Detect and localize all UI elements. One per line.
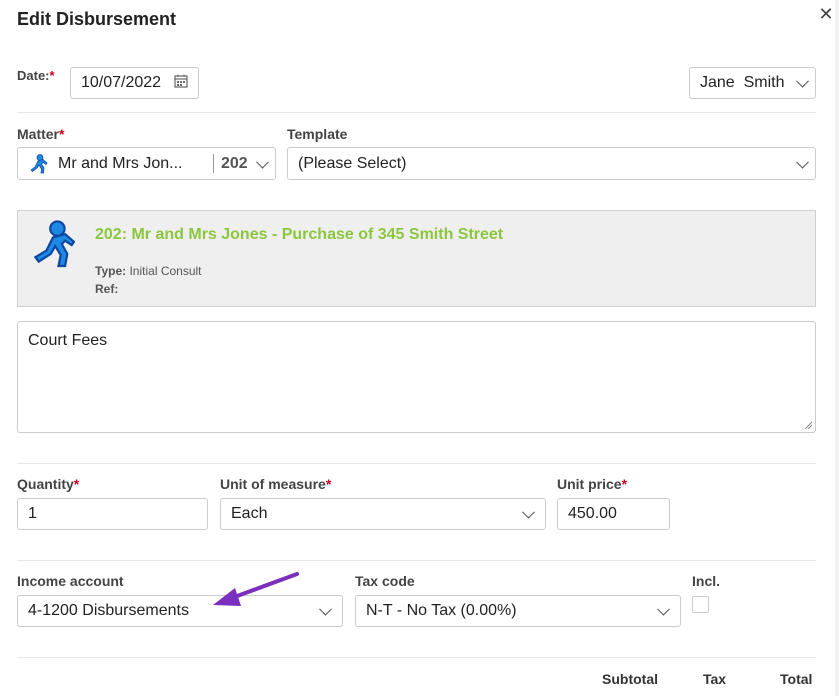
tax-code-value: N-T - No Tax (0.00%) <box>366 602 517 619</box>
tax-code-select[interactable]: N-T - No Tax (0.00%) <box>355 595 681 627</box>
dialog-title: Edit Disbursement <box>17 9 177 29</box>
matter-label-text: Matter <box>17 126 60 142</box>
date-label: Date:* <box>17 68 55 83</box>
unit-of-measure-label-text: Unit of measure <box>220 476 326 492</box>
required-mark: * <box>621 476 628 492</box>
required-mark: * <box>49 68 55 83</box>
matter-select[interactable]: Mr and Mrs Jon... 202 <box>17 147 276 180</box>
unit-price-input[interactable]: 450.00 <box>557 498 670 530</box>
tax-header: Tax <box>703 671 727 687</box>
matter-name: Mr and Mrs Jon... <box>58 154 183 172</box>
matter-label: Matter* <box>17 126 64 142</box>
date-label-text: Date: <box>17 68 50 83</box>
chevron-down-icon <box>522 505 535 519</box>
ref-label: Ref: <box>95 282 119 296</box>
unit-of-measure-label: Unit of measure* <box>220 476 331 492</box>
chevron-down-icon <box>657 602 670 616</box>
quantity-input[interactable]: 1 <box>17 498 208 530</box>
matter-ref: Ref: <box>95 282 118 296</box>
chevron-down-icon <box>319 602 332 616</box>
template-select[interactable]: (Please Select) <box>287 147 816 180</box>
matter-card-title[interactable]: 202: Mr and Mrs Jones - Purchase of 345 … <box>95 226 503 244</box>
template-label: Template <box>287 126 348 142</box>
date-input[interactable]: 10/07/2022 <box>70 67 199 99</box>
subtotal-header: Subtotal <box>602 671 658 687</box>
divider <box>17 657 816 658</box>
close-icon[interactable]: ✕ <box>816 4 836 25</box>
chevron-down-icon <box>256 155 269 169</box>
type-label: Type: <box>95 264 127 278</box>
quantity-label-text: Quantity <box>17 476 74 492</box>
running-person-icon <box>28 153 48 174</box>
calendar-icon[interactable] <box>174 74 188 93</box>
tax-code-label: Tax code <box>355 573 415 589</box>
unit-of-measure-value: Each <box>231 505 268 522</box>
divider <box>17 560 816 561</box>
user-select-value: Jane Smith <box>700 74 785 91</box>
unit-price-label: Unit price* <box>557 476 627 492</box>
resize-grip-icon[interactable] <box>804 421 812 429</box>
incl-label: Incl. <box>692 573 721 589</box>
template-value: (Please Select) <box>298 154 407 172</box>
user-select[interactable]: Jane Smith <box>689 67 816 99</box>
description-value: Court Fees <box>28 332 108 349</box>
unit-price-label-text: Unit price <box>557 476 622 492</box>
scrollbar-track[interactable] <box>835 0 839 696</box>
matter-number: 202 <box>221 154 248 172</box>
running-person-icon <box>31 219 76 274</box>
required-mark: * <box>73 476 80 492</box>
annotation-arrow-icon <box>213 572 299 606</box>
quantity-value: 1 <box>28 505 37 522</box>
unit-of-measure-select[interactable]: Each <box>220 498 546 530</box>
required-mark: * <box>59 126 65 142</box>
chevron-down-icon <box>796 74 809 88</box>
total-header: Total <box>780 671 813 687</box>
divider <box>17 463 816 464</box>
quantity-label: Quantity* <box>17 476 79 492</box>
income-account-value: 4-1200 Disbursements <box>28 602 189 619</box>
matter-card <box>17 210 816 307</box>
incl-checkbox[interactable] <box>692 596 709 613</box>
divider <box>17 112 816 113</box>
matter-type: Type: Initial Consult <box>95 264 202 278</box>
required-mark: * <box>325 476 332 492</box>
date-value: 10/07/2022 <box>81 74 162 91</box>
unit-price-value: 450.00 <box>568 505 617 522</box>
chevron-down-icon <box>796 155 809 169</box>
income-account-label: Income account <box>17 573 124 589</box>
separator <box>213 154 214 173</box>
type-value: Initial Consult <box>129 264 202 278</box>
description-textarea[interactable]: Court Fees <box>17 321 816 433</box>
